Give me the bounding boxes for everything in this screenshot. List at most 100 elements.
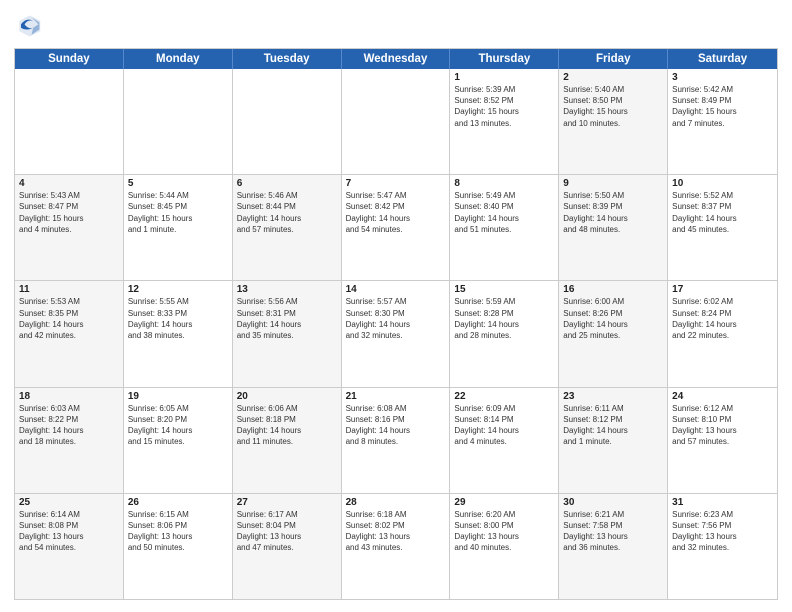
day-number: 13 bbox=[237, 284, 337, 295]
calendar-cell bbox=[124, 69, 233, 174]
calendar-week: 18Sunrise: 6:03 AM Sunset: 8:22 PM Dayli… bbox=[15, 388, 777, 494]
day-number: 2 bbox=[563, 72, 663, 83]
day-number: 29 bbox=[454, 497, 554, 508]
calendar-week: 25Sunrise: 6:14 AM Sunset: 8:08 PM Dayli… bbox=[15, 494, 777, 599]
calendar-cell: 5Sunrise: 5:44 AM Sunset: 8:45 PM Daylig… bbox=[124, 175, 233, 280]
day-info: Sunrise: 5:57 AM Sunset: 8:30 PM Dayligh… bbox=[346, 296, 446, 341]
logo bbox=[14, 12, 46, 40]
calendar-cell bbox=[342, 69, 451, 174]
day-info: Sunrise: 5:39 AM Sunset: 8:52 PM Dayligh… bbox=[454, 84, 554, 129]
day-number: 18 bbox=[19, 391, 119, 402]
day-info: Sunrise: 6:05 AM Sunset: 8:20 PM Dayligh… bbox=[128, 403, 228, 448]
day-number: 10 bbox=[672, 178, 773, 189]
calendar-cell: 18Sunrise: 6:03 AM Sunset: 8:22 PM Dayli… bbox=[15, 388, 124, 493]
day-number: 16 bbox=[563, 284, 663, 295]
day-number: 30 bbox=[563, 497, 663, 508]
calendar-cell: 24Sunrise: 6:12 AM Sunset: 8:10 PM Dayli… bbox=[668, 388, 777, 493]
day-info: Sunrise: 5:55 AM Sunset: 8:33 PM Dayligh… bbox=[128, 296, 228, 341]
calendar-week: 1Sunrise: 5:39 AM Sunset: 8:52 PM Daylig… bbox=[15, 69, 777, 175]
day-number: 28 bbox=[346, 497, 446, 508]
calendar-header-cell: Saturday bbox=[668, 49, 777, 69]
calendar-body: 1Sunrise: 5:39 AM Sunset: 8:52 PM Daylig… bbox=[15, 69, 777, 599]
day-info: Sunrise: 5:56 AM Sunset: 8:31 PM Dayligh… bbox=[237, 296, 337, 341]
day-info: Sunrise: 5:53 AM Sunset: 8:35 PM Dayligh… bbox=[19, 296, 119, 341]
calendar-cell: 7Sunrise: 5:47 AM Sunset: 8:42 PM Daylig… bbox=[342, 175, 451, 280]
day-info: Sunrise: 6:03 AM Sunset: 8:22 PM Dayligh… bbox=[19, 403, 119, 448]
day-number: 9 bbox=[563, 178, 663, 189]
calendar-header-cell: Tuesday bbox=[233, 49, 342, 69]
day-number: 22 bbox=[454, 391, 554, 402]
calendar-cell: 8Sunrise: 5:49 AM Sunset: 8:40 PM Daylig… bbox=[450, 175, 559, 280]
day-number: 7 bbox=[346, 178, 446, 189]
day-number: 20 bbox=[237, 391, 337, 402]
calendar-cell: 1Sunrise: 5:39 AM Sunset: 8:52 PM Daylig… bbox=[450, 69, 559, 174]
calendar-cell: 12Sunrise: 5:55 AM Sunset: 8:33 PM Dayli… bbox=[124, 281, 233, 386]
day-info: Sunrise: 5:49 AM Sunset: 8:40 PM Dayligh… bbox=[454, 190, 554, 235]
day-info: Sunrise: 6:11 AM Sunset: 8:12 PM Dayligh… bbox=[563, 403, 663, 448]
calendar-cell: 26Sunrise: 6:15 AM Sunset: 8:06 PM Dayli… bbox=[124, 494, 233, 599]
day-number: 24 bbox=[672, 391, 773, 402]
calendar-cell: 11Sunrise: 5:53 AM Sunset: 8:35 PM Dayli… bbox=[15, 281, 124, 386]
day-info: Sunrise: 5:40 AM Sunset: 8:50 PM Dayligh… bbox=[563, 84, 663, 129]
day-number: 3 bbox=[672, 72, 773, 83]
header bbox=[14, 12, 778, 40]
day-number: 4 bbox=[19, 178, 119, 189]
calendar-cell: 28Sunrise: 6:18 AM Sunset: 8:02 PM Dayli… bbox=[342, 494, 451, 599]
day-info: Sunrise: 6:00 AM Sunset: 8:26 PM Dayligh… bbox=[563, 296, 663, 341]
day-info: Sunrise: 6:08 AM Sunset: 8:16 PM Dayligh… bbox=[346, 403, 446, 448]
day-info: Sunrise: 5:47 AM Sunset: 8:42 PM Dayligh… bbox=[346, 190, 446, 235]
calendar-cell: 6Sunrise: 5:46 AM Sunset: 8:44 PM Daylig… bbox=[233, 175, 342, 280]
day-number: 21 bbox=[346, 391, 446, 402]
day-info: Sunrise: 6:06 AM Sunset: 8:18 PM Dayligh… bbox=[237, 403, 337, 448]
logo-icon bbox=[14, 12, 42, 40]
day-number: 1 bbox=[454, 72, 554, 83]
day-number: 17 bbox=[672, 284, 773, 295]
calendar-header-cell: Monday bbox=[124, 49, 233, 69]
day-info: Sunrise: 6:20 AM Sunset: 8:00 PM Dayligh… bbox=[454, 509, 554, 554]
day-info: Sunrise: 6:15 AM Sunset: 8:06 PM Dayligh… bbox=[128, 509, 228, 554]
calendar-header-cell: Thursday bbox=[450, 49, 559, 69]
calendar-cell: 2Sunrise: 5:40 AM Sunset: 8:50 PM Daylig… bbox=[559, 69, 668, 174]
calendar-cell: 27Sunrise: 6:17 AM Sunset: 8:04 PM Dayli… bbox=[233, 494, 342, 599]
calendar-cell bbox=[233, 69, 342, 174]
day-info: Sunrise: 6:17 AM Sunset: 8:04 PM Dayligh… bbox=[237, 509, 337, 554]
calendar-cell: 19Sunrise: 6:05 AM Sunset: 8:20 PM Dayli… bbox=[124, 388, 233, 493]
day-info: Sunrise: 5:42 AM Sunset: 8:49 PM Dayligh… bbox=[672, 84, 773, 129]
page: SundayMondayTuesdayWednesdayThursdayFrid… bbox=[0, 0, 792, 612]
day-number: 8 bbox=[454, 178, 554, 189]
day-number: 12 bbox=[128, 284, 228, 295]
day-info: Sunrise: 5:52 AM Sunset: 8:37 PM Dayligh… bbox=[672, 190, 773, 235]
calendar-cell: 31Sunrise: 6:23 AM Sunset: 7:56 PM Dayli… bbox=[668, 494, 777, 599]
calendar-header-cell: Friday bbox=[559, 49, 668, 69]
calendar-header-cell: Wednesday bbox=[342, 49, 451, 69]
calendar: SundayMondayTuesdayWednesdayThursdayFrid… bbox=[14, 48, 778, 600]
calendar-cell: 23Sunrise: 6:11 AM Sunset: 8:12 PM Dayli… bbox=[559, 388, 668, 493]
day-number: 19 bbox=[128, 391, 228, 402]
calendar-week: 4Sunrise: 5:43 AM Sunset: 8:47 PM Daylig… bbox=[15, 175, 777, 281]
day-number: 26 bbox=[128, 497, 228, 508]
day-info: Sunrise: 6:12 AM Sunset: 8:10 PM Dayligh… bbox=[672, 403, 773, 448]
day-number: 31 bbox=[672, 497, 773, 508]
day-info: Sunrise: 5:43 AM Sunset: 8:47 PM Dayligh… bbox=[19, 190, 119, 235]
calendar-cell: 9Sunrise: 5:50 AM Sunset: 8:39 PM Daylig… bbox=[559, 175, 668, 280]
calendar-cell: 29Sunrise: 6:20 AM Sunset: 8:00 PM Dayli… bbox=[450, 494, 559, 599]
day-info: Sunrise: 6:21 AM Sunset: 7:58 PM Dayligh… bbox=[563, 509, 663, 554]
calendar-cell: 15Sunrise: 5:59 AM Sunset: 8:28 PM Dayli… bbox=[450, 281, 559, 386]
day-number: 25 bbox=[19, 497, 119, 508]
day-number: 11 bbox=[19, 284, 119, 295]
day-info: Sunrise: 6:09 AM Sunset: 8:14 PM Dayligh… bbox=[454, 403, 554, 448]
day-number: 27 bbox=[237, 497, 337, 508]
calendar-cell: 30Sunrise: 6:21 AM Sunset: 7:58 PM Dayli… bbox=[559, 494, 668, 599]
day-info: Sunrise: 5:50 AM Sunset: 8:39 PM Dayligh… bbox=[563, 190, 663, 235]
calendar-cell bbox=[15, 69, 124, 174]
day-info: Sunrise: 6:18 AM Sunset: 8:02 PM Dayligh… bbox=[346, 509, 446, 554]
calendar-cell: 17Sunrise: 6:02 AM Sunset: 8:24 PM Dayli… bbox=[668, 281, 777, 386]
day-number: 23 bbox=[563, 391, 663, 402]
day-info: Sunrise: 6:02 AM Sunset: 8:24 PM Dayligh… bbox=[672, 296, 773, 341]
calendar-week: 11Sunrise: 5:53 AM Sunset: 8:35 PM Dayli… bbox=[15, 281, 777, 387]
calendar-cell: 22Sunrise: 6:09 AM Sunset: 8:14 PM Dayli… bbox=[450, 388, 559, 493]
calendar-header-cell: Sunday bbox=[15, 49, 124, 69]
day-number: 15 bbox=[454, 284, 554, 295]
day-info: Sunrise: 5:59 AM Sunset: 8:28 PM Dayligh… bbox=[454, 296, 554, 341]
calendar-cell: 4Sunrise: 5:43 AM Sunset: 8:47 PM Daylig… bbox=[15, 175, 124, 280]
